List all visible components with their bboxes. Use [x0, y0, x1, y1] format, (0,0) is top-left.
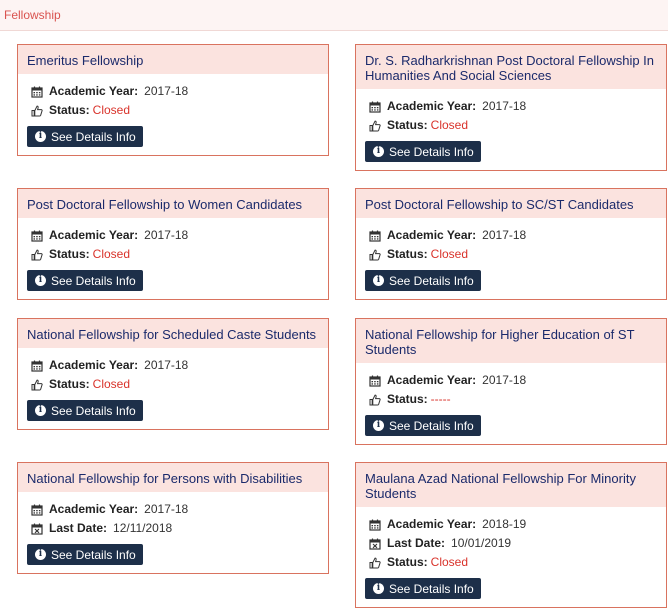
info-icon: i: [35, 549, 46, 560]
fellowship-card: National Fellowship for Persons with Dis…: [17, 462, 329, 574]
see-details-button[interactable]: i See Details Info: [27, 126, 143, 147]
thumbs-up-icon: [31, 379, 43, 391]
status-label: Status:: [49, 103, 90, 117]
card-title: Post Doctoral Fellowship to SC/ST Candid…: [356, 189, 666, 218]
calendar-icon: [31, 504, 43, 516]
calendar-icon: [369, 375, 381, 387]
see-details-label: See Details Info: [389, 581, 474, 596]
status-value: Closed: [92, 377, 131, 391]
thumbs-up-icon: [369, 249, 381, 261]
info-icon: i: [35, 405, 46, 416]
status-label: Status:: [49, 377, 90, 391]
academic-year-label: Academic Year:: [49, 358, 139, 372]
last-date-value: 12/11/2018: [113, 521, 173, 535]
calendar-times-icon: [369, 538, 381, 550]
academic-year-value: 2017-18: [144, 502, 189, 516]
status-value: Closed: [430, 118, 469, 132]
thumbs-up-icon: [369, 120, 381, 132]
info-icon: i: [373, 146, 384, 157]
card-title: Maulana Azad National Fellowship For Min…: [356, 463, 666, 507]
calendar-icon: [31, 86, 43, 98]
last-date-value: 10/01/2019: [451, 536, 512, 550]
card-title: National Fellowship for Scheduled Caste …: [18, 319, 328, 348]
academic-year-label: Academic Year:: [387, 228, 477, 242]
calendar-icon: [369, 230, 381, 242]
status-value: -----: [430, 392, 451, 406]
status-value: Closed: [92, 103, 131, 117]
calendar-icon: [31, 360, 43, 372]
see-details-label: See Details Info: [51, 403, 136, 418]
see-details-label: See Details Info: [389, 418, 474, 433]
status-value: Closed: [92, 247, 131, 261]
academic-year-value: 2017-18: [482, 228, 527, 242]
academic-year-label: Academic Year:: [387, 99, 477, 113]
academic-year-label: Academic Year:: [49, 84, 139, 98]
page-title: Fellowship: [4, 8, 61, 22]
thumbs-up-icon: [31, 249, 43, 261]
see-details-button[interactable]: i See Details Info: [27, 270, 143, 291]
academic-year-value: 2017-18: [482, 373, 527, 387]
academic-year-value: 2018-19: [482, 517, 527, 531]
calendar-icon: [369, 519, 381, 531]
fellowship-card: Post Doctoral Fellowship to SC/ST Candid…: [355, 188, 667, 300]
status-label: Status:: [387, 247, 428, 261]
see-details-button[interactable]: i See Details Info: [365, 270, 481, 291]
see-details-button[interactable]: i See Details Info: [27, 544, 143, 565]
see-details-label: See Details Info: [51, 129, 136, 144]
status-label: Status:: [387, 118, 428, 132]
fellowship-card: National Fellowship for Scheduled Caste …: [17, 318, 329, 430]
info-icon: i: [373, 275, 384, 286]
thumbs-up-icon: [369, 394, 381, 406]
calendar-icon: [31, 230, 43, 242]
see-details-button[interactable]: i See Details Info: [365, 578, 481, 599]
status-value: Closed: [430, 247, 469, 261]
fellowship-card: Dr. S. Radharkrishnan Post Doctoral Fell…: [355, 44, 667, 171]
card-title: Post Doctoral Fellowship to Women Candid…: [18, 189, 328, 218]
academic-year-value: 2017-18: [144, 228, 189, 242]
see-details-button[interactable]: i See Details Info: [365, 415, 481, 436]
fellowship-card: Maulana Azad National Fellowship For Min…: [355, 462, 667, 608]
academic-year-value: 2017-18: [144, 358, 189, 372]
see-details-label: See Details Info: [389, 273, 474, 288]
thumbs-up-icon: [31, 105, 43, 117]
status-label: Status:: [387, 392, 428, 406]
status-value: Closed: [430, 555, 469, 569]
info-icon: i: [373, 420, 384, 431]
calendar-icon: [369, 101, 381, 113]
see-details-button[interactable]: i See Details Info: [365, 141, 481, 162]
last-date-label: Last Date:: [49, 521, 108, 535]
card-title: National Fellowship for Persons with Dis…: [18, 463, 328, 492]
info-icon: i: [35, 275, 46, 286]
card-title: National Fellowship for Higher Education…: [356, 319, 666, 363]
status-label: Status:: [49, 247, 90, 261]
card-title: Emeritus Fellowship: [18, 45, 328, 74]
fellowship-card: Post Doctoral Fellowship to Women Candid…: [17, 188, 329, 300]
see-details-label: See Details Info: [51, 547, 136, 562]
calendar-times-icon: [31, 523, 43, 535]
academic-year-value: 2017-18: [144, 84, 189, 98]
info-icon: i: [35, 131, 46, 142]
info-icon: i: [373, 583, 384, 594]
status-label: Status:: [387, 555, 428, 569]
see-details-label: See Details Info: [389, 144, 474, 159]
academic-year-label: Academic Year:: [387, 373, 477, 387]
see-details-label: See Details Info: [51, 273, 136, 288]
fellowship-card: Emeritus Fellowship Academic Year: 2017-1…: [17, 44, 329, 156]
thumbs-up-icon: [369, 557, 381, 569]
academic-year-label: Academic Year:: [49, 228, 139, 242]
academic-year-value: 2017-18: [482, 99, 527, 113]
see-details-button[interactable]: i See Details Info: [27, 400, 143, 421]
fellowship-card: National Fellowship for Higher Education…: [355, 318, 667, 445]
last-date-label: Last Date:: [387, 536, 446, 550]
page-header: Fellowship: [0, 0, 668, 31]
academic-year-label: Academic Year:: [49, 502, 139, 516]
academic-year-label: Academic Year:: [387, 517, 477, 531]
card-title: Dr. S. Radharkrishnan Post Doctoral Fell…: [356, 45, 666, 89]
